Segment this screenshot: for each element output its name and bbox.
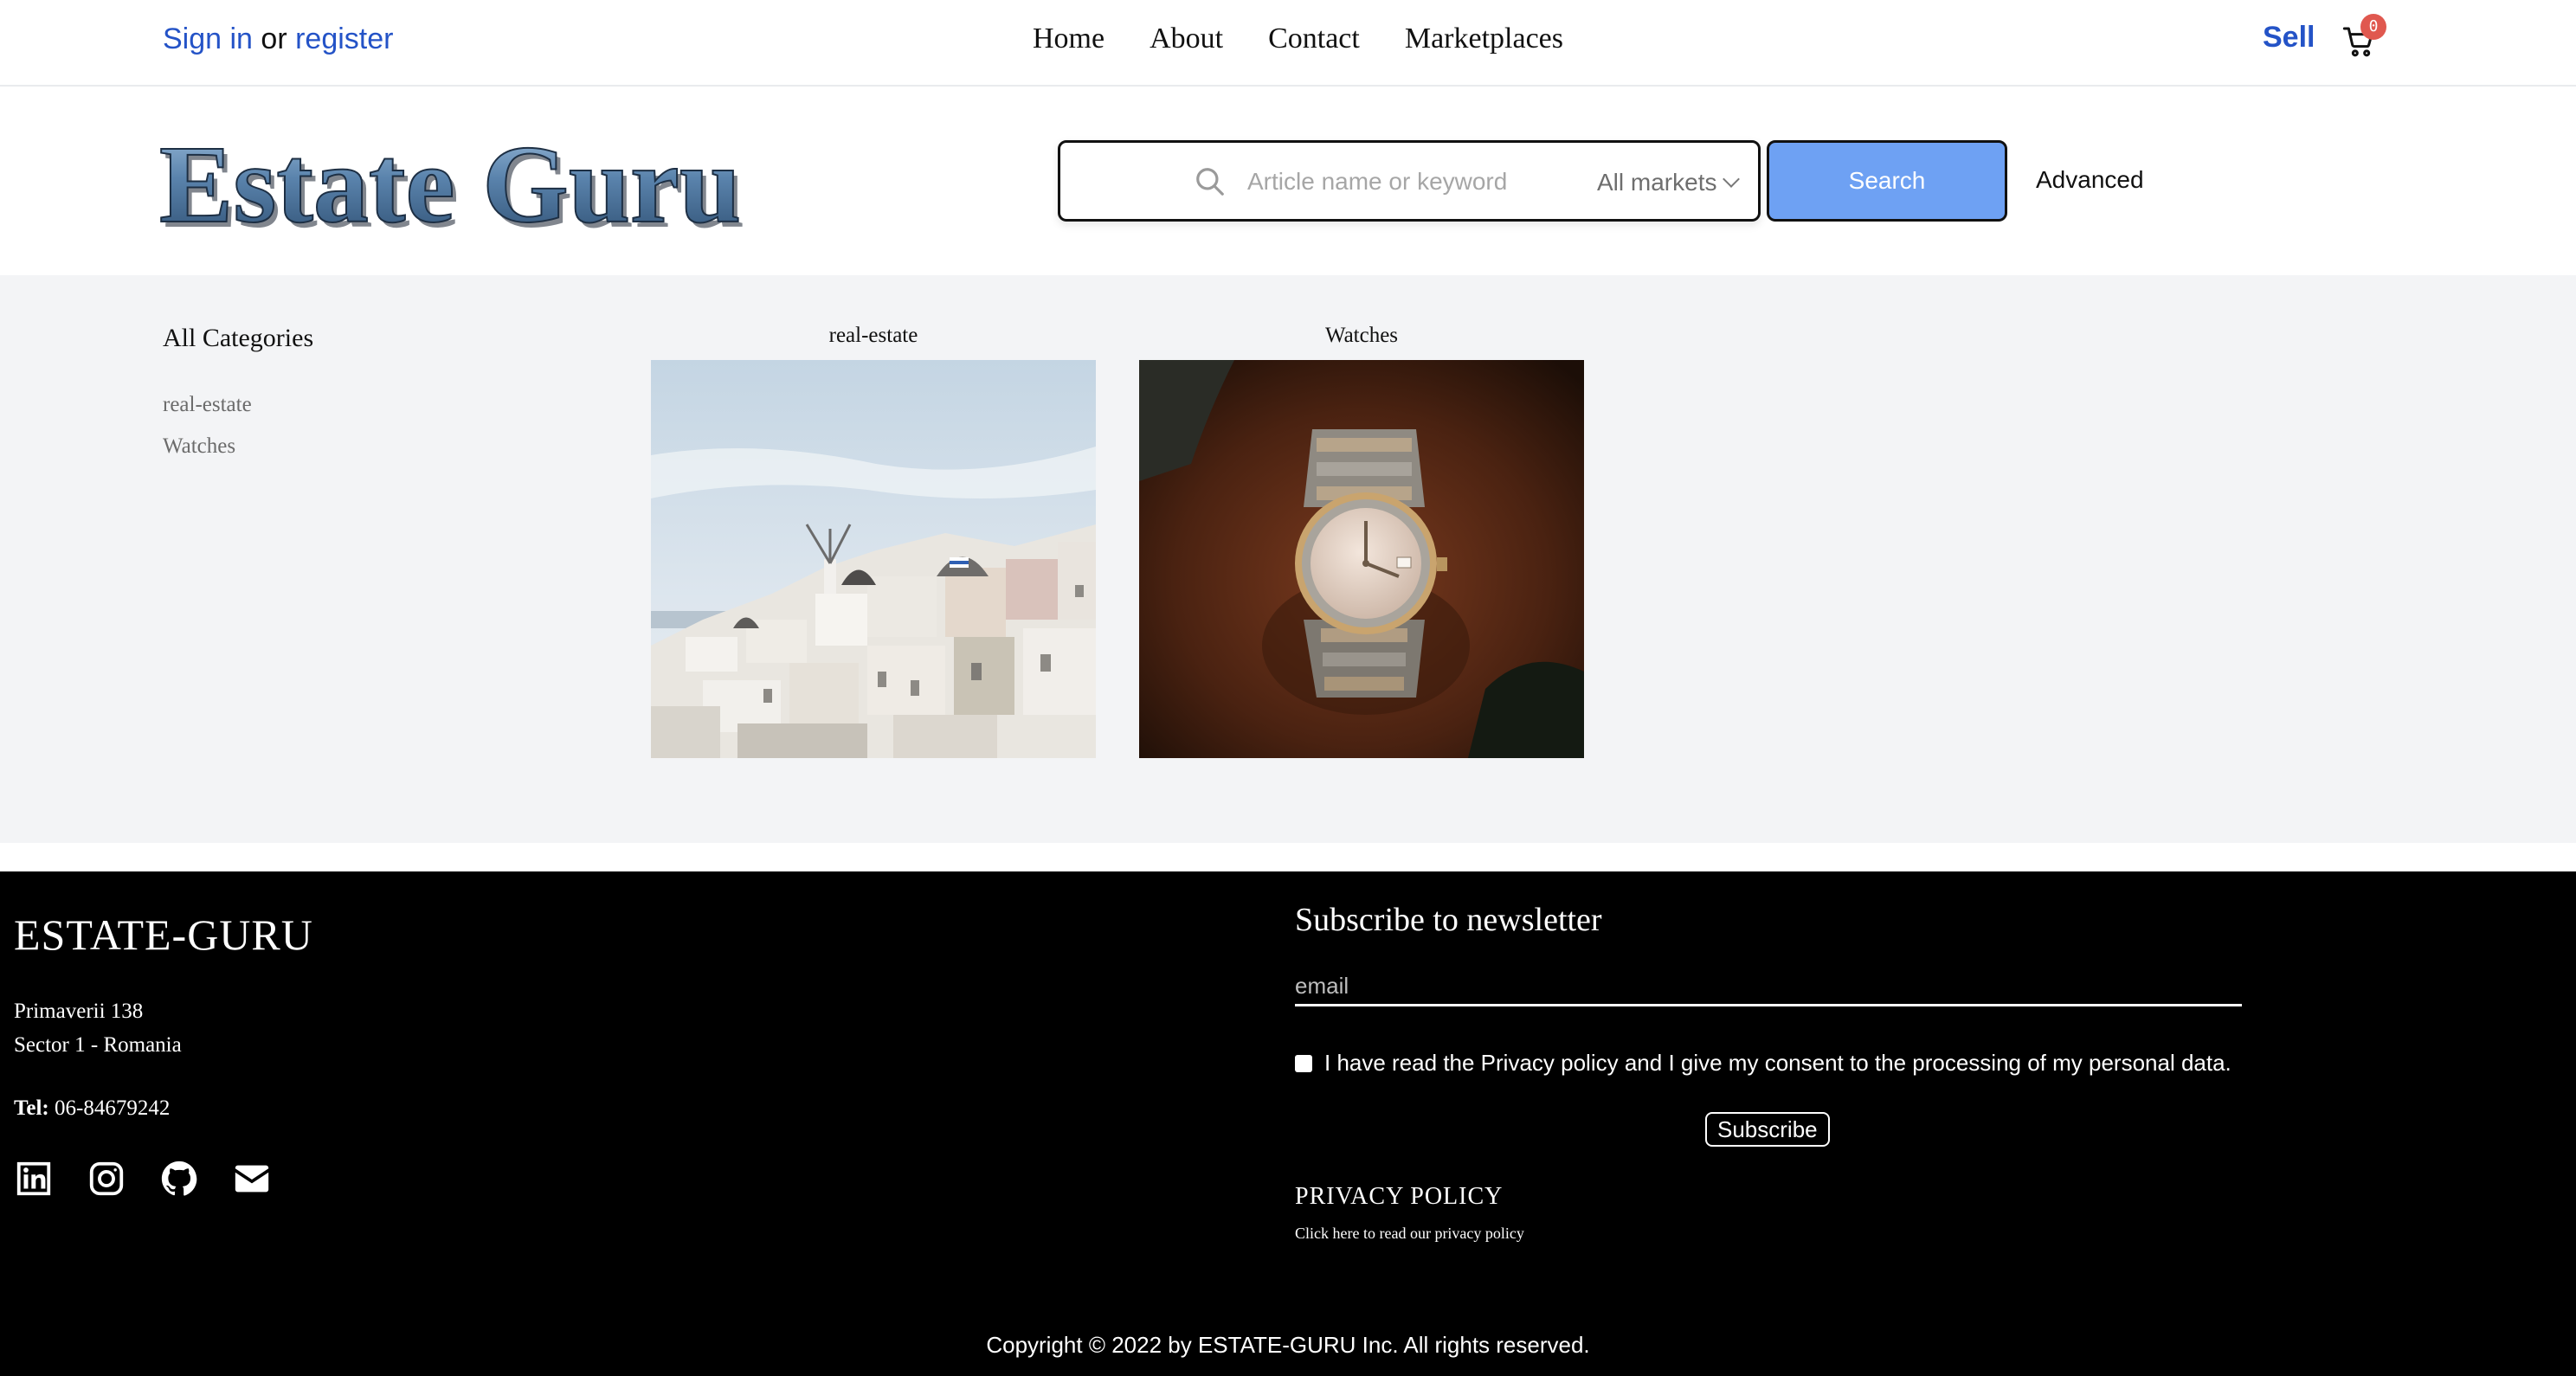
consent-text: I have read the Privacy policy and I giv… [1324,1050,2231,1076]
estate-guru-logo[interactable]: Estate Guru Estate Guru [154,122,873,251]
wristwatch-photo[interactable] [1139,360,1584,758]
markets-selected-value: All markets [1597,169,1717,196]
social-links [14,1159,272,1199]
category-card-real-estate[interactable]: real-estate [651,324,1096,758]
advanced-search-link[interactable]: Advanced [2036,166,2144,194]
envelope-icon[interactable] [232,1159,272,1199]
auth-links: Sign in or register [163,23,393,56]
header-band: Estate Guru Estate Guru All markets Sear… [0,88,2576,275]
nav-contact[interactable]: Contact [1268,23,1360,55]
footer-brand: ESTATE-GURU [14,910,313,959]
cart-count-badge: 0 [2360,14,2386,40]
consent-checkbox[interactable] [1295,1054,1312,1072]
sell-link[interactable]: Sell [2263,21,2315,55]
auth-or-text: or [261,23,287,55]
privacy-policy-link[interactable]: Click here to read our privacy policy [1295,1225,1524,1243]
search-input[interactable] [1247,162,1524,202]
search-icon [1194,165,1227,198]
santorini-village-photo[interactable] [651,360,1096,758]
newsletter-email-input[interactable] [1295,968,2242,1006]
tel-value: 06-84679242 [55,1096,171,1120]
main-nav: Home About Contact Marketplaces [1033,23,1563,55]
category-item-real-estate[interactable]: real-estate [163,393,252,434]
github-icon[interactable] [159,1159,199,1199]
nav-marketplaces[interactable]: Marketplaces [1405,23,1563,55]
consent-row: I have read the Privacy policy and I giv… [1295,1050,2231,1077]
nav-about[interactable]: About [1150,23,1223,55]
category-item-watches[interactable]: Watches [163,434,252,476]
main-content: All Categories real-estate Watches real-… [0,275,2576,843]
search-box: All markets [1058,140,1761,222]
footer-telephone: Tel: 06-84679242 [14,1096,170,1121]
instagram-icon[interactable] [87,1159,126,1199]
footer: ESTATE-GURU Primaverii 138 Sector 1 - Ro… [0,871,2576,1376]
nav-home[interactable]: Home [1033,23,1104,55]
copyright-text: Copyright © 2022 by ESTATE-GURU Inc. All… [986,1332,1590,1358]
category-list: real-estate Watches [163,393,252,476]
address-line-2: Sector 1 - Romania [14,1033,182,1057]
chevron-down-icon [1723,170,1741,188]
markets-dropdown[interactable]: All markets [1597,169,1741,196]
card-title: real-estate [828,324,918,347]
top-bar: Sign in or register Home About Contact M… [0,0,2576,87]
categories-title: All Categories [163,324,314,352]
sign-in-link[interactable]: Sign in [163,23,253,55]
card-title: Watches [1324,324,1399,347]
register-link[interactable]: register [295,23,393,55]
linkedin-icon[interactable] [14,1159,54,1199]
address-line-1: Primaverii 138 [14,1000,144,1023]
newsletter-title: Subscribe to newsletter [1295,902,1602,938]
search-button[interactable]: Search [1767,140,2007,222]
svg-text:Estate Guru: Estate Guru [159,126,741,239]
tel-label: Tel: [14,1096,49,1120]
footer-address: Primaverii 138 Sector 1 - Romania [14,994,182,1062]
category-card-watches[interactable]: Watches [1139,324,1584,758]
subscribe-button[interactable]: Subscribe [1705,1112,1830,1147]
privacy-policy-title[interactable]: PRIVACY POLICY [1295,1183,1503,1211]
